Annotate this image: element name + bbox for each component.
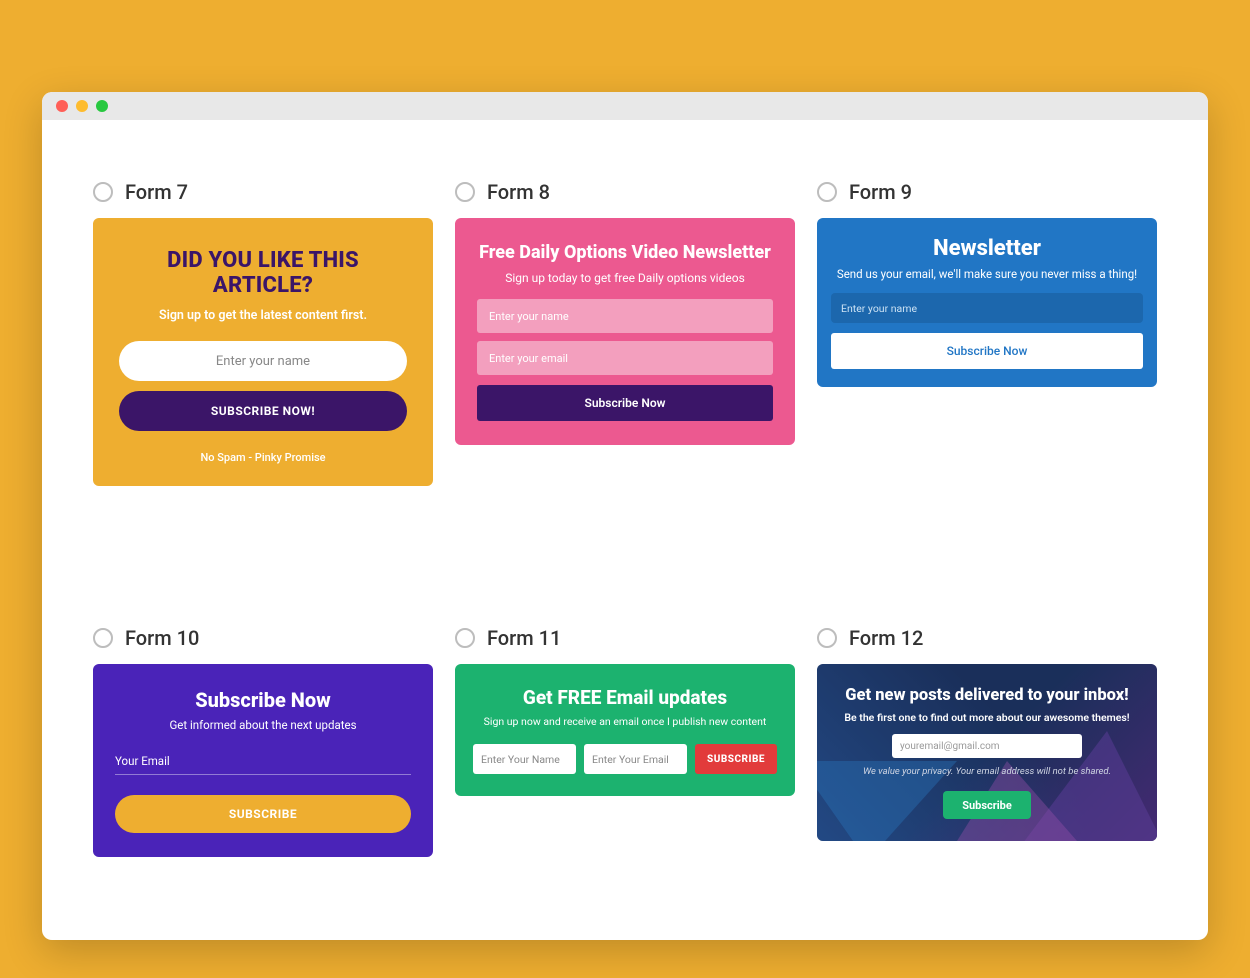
form-preview-11: Get FREE Email updates Sign up now and r… [455, 664, 795, 796]
radio-form-9[interactable] [817, 182, 837, 202]
form-grid: Form 7 DID YOU LIKE THIS ARTICLE? Sign u… [42, 120, 1208, 897]
form-title: Get FREE Email updates [473, 686, 777, 709]
form-label: Form 10 [125, 626, 199, 650]
form-subtitle: Be the first one to find out more about … [835, 711, 1139, 724]
email-input[interactable]: Your Email [115, 754, 411, 775]
minimize-icon[interactable] [76, 100, 88, 112]
radio-form-11[interactable] [455, 628, 475, 648]
form-title: Newsletter [831, 236, 1143, 261]
close-icon[interactable] [56, 100, 68, 112]
form-title: Free Daily Options Video Newsletter [477, 242, 773, 263]
maximize-icon[interactable] [96, 100, 108, 112]
radio-form-12[interactable] [817, 628, 837, 648]
browser-window: Form 7 DID YOU LIKE THIS ARTICLE? Sign u… [42, 92, 1208, 940]
radio-form-7[interactable] [93, 182, 113, 202]
name-input[interactable]: Enter your name [119, 341, 407, 381]
radio-form-10[interactable] [93, 628, 113, 648]
subscribe-button[interactable]: Subscribe Now [831, 333, 1143, 369]
subscribe-button[interactable]: Subscribe [943, 791, 1031, 819]
form-option-7: Form 7 DID YOU LIKE THIS ARTICLE? Sign u… [93, 180, 433, 486]
form-preview-9: Newsletter Send us your email, we'll mak… [817, 218, 1157, 387]
name-input[interactable]: Enter your name [831, 293, 1143, 323]
form-label: Form 9 [849, 180, 912, 204]
form-subtitle: Send us your email, we'll make sure you … [831, 267, 1143, 281]
form-label: Form 7 [125, 180, 188, 204]
subscribe-button[interactable]: SUBSCRIBE [695, 744, 777, 774]
form-option-8: Form 8 Free Daily Options Video Newslett… [455, 180, 795, 486]
email-input[interactable]: Enter your email [477, 341, 773, 375]
subscribe-button[interactable]: SUBSCRIBE [115, 795, 411, 833]
form-option-12: Form 12 Get new posts delivered to your … [817, 626, 1157, 857]
form-subtitle: Sign up to get the latest content first. [119, 308, 407, 323]
form-option-9: Form 9 Newsletter Send us your email, we… [817, 180, 1157, 486]
form-preview-10: Subscribe Now Get informed about the nex… [93, 664, 433, 857]
form-subtitle: Sign up now and receive an email once I … [473, 715, 777, 728]
form-preview-8: Free Daily Options Video Newsletter Sign… [455, 218, 795, 445]
email-input[interactable]: youremail@gmail.com [892, 734, 1082, 758]
form-title: Get new posts delivered to your inbox! [835, 686, 1139, 705]
window-titlebar [42, 92, 1208, 120]
form-label: Form 11 [487, 626, 561, 650]
form-subtitle: Get informed about the next updates [115, 718, 411, 732]
name-input[interactable]: Enter Your Name [473, 744, 576, 774]
subscribe-button[interactable]: SUBSCRIBE NOW! [119, 391, 407, 431]
form-preview-12: Get new posts delivered to your inbox! B… [817, 664, 1157, 841]
form-label: Form 8 [487, 180, 550, 204]
form-option-11: Form 11 Get FREE Email updates Sign up n… [455, 626, 795, 857]
email-input[interactable]: Enter Your Email [584, 744, 687, 774]
form-label: Form 12 [849, 626, 923, 650]
radio-form-8[interactable] [455, 182, 475, 202]
form-preview-7: DID YOU LIKE THIS ARTICLE? Sign up to ge… [93, 218, 433, 486]
privacy-notice: We value your privacy. Your email addres… [835, 766, 1139, 777]
subscribe-button[interactable]: Subscribe Now [477, 385, 773, 421]
form-footer: No Spam - Pinky Promise [119, 451, 407, 464]
form-title: Subscribe Now [115, 688, 411, 712]
form-option-10: Form 10 Subscribe Now Get informed about… [93, 626, 433, 857]
form-title: DID YOU LIKE THIS ARTICLE? [119, 248, 407, 298]
form-subtitle: Sign up today to get free Daily options … [477, 271, 773, 285]
name-input[interactable]: Enter your name [477, 299, 773, 333]
